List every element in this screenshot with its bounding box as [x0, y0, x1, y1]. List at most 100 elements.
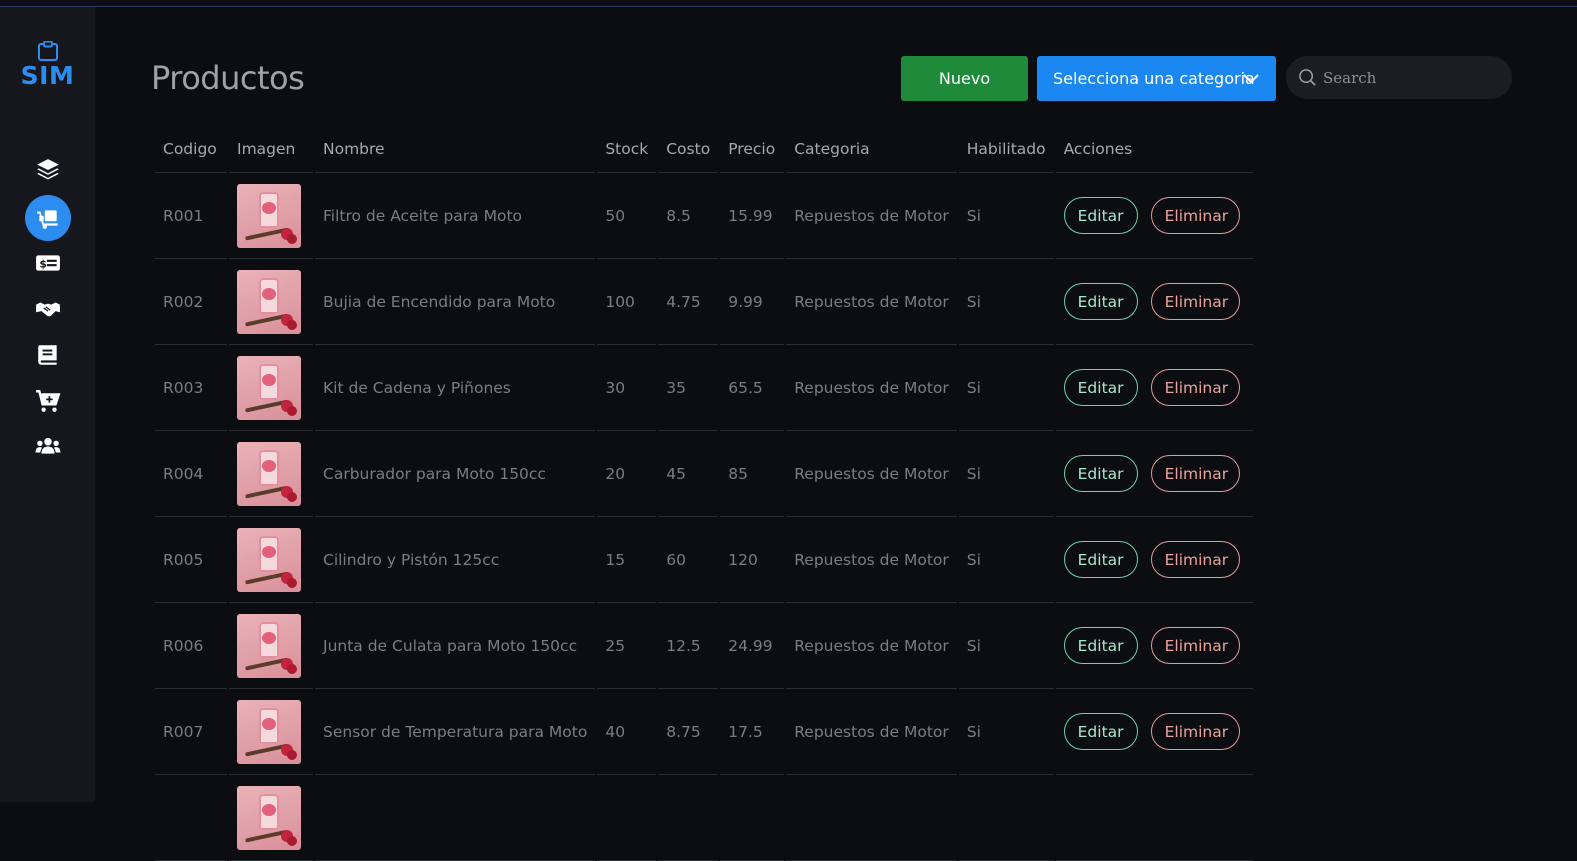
drink-can-shape	[259, 621, 279, 658]
product-thumbnail[interactable]	[237, 785, 301, 850]
cell-acciones: Editar Eliminar	[1055, 259, 1253, 345]
cell-acciones: Editar Eliminar	[1055, 173, 1253, 259]
product-thumbnail[interactable]	[237, 699, 301, 764]
cell-imagen	[229, 431, 313, 517]
new-product-button[interactable]: Nuevo	[901, 56, 1028, 101]
column-header-habilitado[interactable]: Habilitado	[958, 125, 1054, 173]
cell-precio: 15.99	[720, 173, 785, 259]
product-thumbnail[interactable]	[237, 613, 301, 678]
edit-button[interactable]: Editar	[1063, 541, 1138, 578]
table-header-row: Codigo Imagen Nombre Stock Costo Precio …	[155, 125, 1253, 173]
cell-nombre: Junta de Culata para Moto 150cc	[315, 603, 596, 689]
table-row: R003 Kit de Cadena y Piñones 30 35 65.5 Repue…	[155, 345, 1253, 431]
search-input[interactable]	[1321, 67, 1505, 88]
cell-precio: 120	[720, 517, 785, 603]
cell-codigo: R003	[155, 345, 227, 431]
cell-imagen	[229, 259, 313, 345]
product-thumbnail[interactable]	[237, 269, 301, 334]
column-header-codigo[interactable]: Codigo	[155, 125, 227, 173]
cell-habilitado: Si	[958, 431, 1054, 517]
cell-acciones: Editar Eliminar	[1055, 517, 1253, 603]
cart-plus-icon	[36, 390, 61, 412]
sidebar-item-deals[interactable]	[25, 286, 71, 332]
category-select[interactable]: Selecciona una categoria	[1037, 56, 1276, 101]
product-thumbnail[interactable]	[237, 441, 301, 506]
berry-shape	[287, 491, 297, 502]
delete-button[interactable]: Eliminar	[1150, 541, 1240, 578]
cell-imagen	[229, 689, 313, 775]
truck-loading-icon	[37, 210, 58, 229]
cell-precio: 85	[720, 431, 785, 517]
edit-button[interactable]: Editar	[1063, 197, 1138, 234]
cell-codigo	[155, 775, 227, 861]
column-header-categoria[interactable]: Categoria	[786, 125, 957, 173]
cell-codigo: R001	[155, 173, 227, 259]
cell-imagen	[229, 345, 313, 431]
page-title: Productos	[151, 59, 305, 97]
column-header-imagen[interactable]: Imagen	[229, 125, 313, 173]
cell-codigo: R007	[155, 689, 227, 775]
drink-can-shape	[259, 191, 279, 228]
edit-button[interactable]: Editar	[1063, 627, 1138, 664]
cell-codigo: R006	[155, 603, 227, 689]
cell-precio: 24.99	[720, 603, 785, 689]
column-header-costo[interactable]: Costo	[658, 125, 719, 173]
edit-button[interactable]: Editar	[1063, 713, 1138, 750]
cell-costo: 45	[658, 431, 719, 517]
column-header-stock[interactable]: Stock	[597, 125, 657, 173]
berry-shape	[287, 319, 297, 330]
product-thumbnail[interactable]	[237, 183, 301, 248]
chevron-down-icon	[1243, 74, 1259, 84]
cell-nombre: Kit de Cadena y Piñones	[315, 345, 596, 431]
sidebar-item-users[interactable]	[25, 423, 71, 469]
delete-button[interactable]: Eliminar	[1150, 455, 1240, 492]
app-logo[interactable]: SIM	[0, 41, 95, 89]
delete-button[interactable]: Eliminar	[1150, 283, 1240, 320]
category-select-label: Selecciona una categoria	[1053, 69, 1255, 88]
sidebar-item-layers[interactable]	[25, 147, 71, 193]
table-row: R005 Cilindro y Pistón 125cc 15 60 120 Repues…	[155, 517, 1253, 603]
cell-costo: 8.5	[658, 173, 719, 259]
cell-acciones: Editar Eliminar	[1055, 603, 1253, 689]
berry-shape	[287, 577, 297, 588]
cell-stock: 15	[597, 517, 657, 603]
products-table: Codigo Imagen Nombre Stock Costo Precio …	[153, 125, 1255, 861]
edit-button[interactable]: Editar	[1063, 455, 1138, 492]
search-box[interactable]	[1286, 56, 1512, 99]
cell-nombre: Sensor de Temperatura para Moto	[315, 689, 596, 775]
clipboard-icon	[37, 41, 58, 61]
cell-precio	[720, 775, 785, 861]
cell-categoria: Repuestos de Motor	[786, 603, 957, 689]
sidebar-item-book[interactable]	[25, 332, 71, 378]
handshake-icon	[36, 302, 60, 317]
cell-categoria: Repuestos de Motor	[786, 431, 957, 517]
sidebar-item-products[interactable]	[25, 195, 71, 241]
edit-button[interactable]: Editar	[1063, 369, 1138, 406]
sidebar: SIM $	[0, 7, 95, 802]
main-content: Productos Nuevo Selecciona una categoria…	[95, 7, 1577, 861]
edit-button[interactable]: Editar	[1063, 283, 1138, 320]
cell-acciones	[1055, 775, 1253, 861]
delete-button[interactable]: Eliminar	[1150, 197, 1240, 234]
sidebar-item-cart[interactable]	[25, 378, 71, 424]
column-header-precio[interactable]: Precio	[720, 125, 785, 173]
delete-button[interactable]: Eliminar	[1150, 627, 1240, 664]
product-thumbnail[interactable]	[237, 355, 301, 420]
berry-shape	[287, 835, 297, 846]
sidebar-item-finance[interactable]: $	[25, 240, 71, 286]
cell-stock	[597, 775, 657, 861]
cell-costo: 12.5	[658, 603, 719, 689]
column-header-nombre[interactable]: Nombre	[315, 125, 596, 173]
product-thumbnail[interactable]	[237, 527, 301, 592]
cell-costo: 35	[658, 345, 719, 431]
delete-button[interactable]: Eliminar	[1150, 713, 1240, 750]
table-row: R006 Junta de Culata para Moto 150cc 25 12.…	[155, 603, 1253, 689]
cell-habilitado: Si	[958, 345, 1054, 431]
cell-habilitado: Si	[958, 173, 1054, 259]
delete-button[interactable]: Eliminar	[1150, 369, 1240, 406]
svg-text:$: $	[39, 257, 47, 270]
search-icon	[1299, 69, 1316, 86]
logo-text: SIM	[20, 61, 75, 90]
berry-shape	[287, 663, 297, 674]
drink-can-shape	[259, 363, 279, 400]
